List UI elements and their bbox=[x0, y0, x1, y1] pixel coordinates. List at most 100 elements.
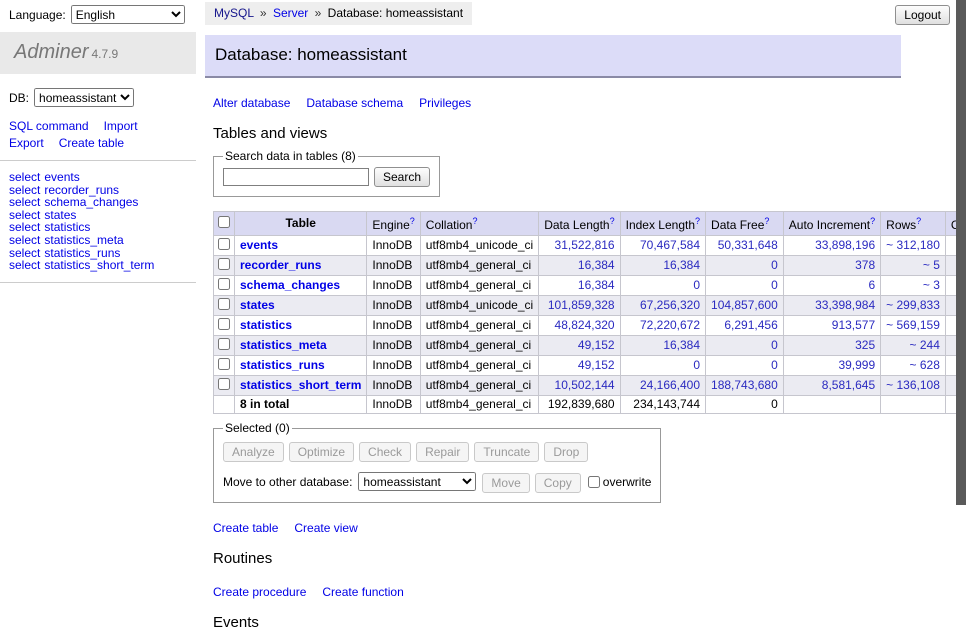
button-check[interactable]: Check bbox=[359, 442, 411, 462]
row-checkbox[interactable] bbox=[218, 278, 230, 290]
language-select[interactable]: English bbox=[71, 5, 185, 24]
cell-rows[interactable]: ~ 244 bbox=[881, 336, 946, 356]
help-link[interactable]: ? bbox=[916, 216, 921, 226]
table-name-link-statistics[interactable]: statistics bbox=[240, 318, 292, 332]
cell-auto_increment[interactable]: 33,898,196 bbox=[783, 236, 880, 256]
table-link-events[interactable]: events bbox=[44, 170, 79, 184]
row-checkbox[interactable] bbox=[218, 338, 230, 350]
cell-name: events bbox=[235, 236, 367, 256]
link-create-view[interactable]: Create view bbox=[294, 521, 357, 535]
cell-auto_increment[interactable]: 33,398,984 bbox=[783, 296, 880, 316]
link-privileges[interactable]: Privileges bbox=[419, 96, 471, 110]
cell-auto_increment[interactable]: 378 bbox=[783, 256, 880, 276]
table-name-link-states[interactable]: states bbox=[240, 298, 275, 312]
link-alter-database[interactable]: Alter database bbox=[213, 96, 290, 110]
table-name-link-schema-changes[interactable]: schema_changes bbox=[240, 278, 340, 292]
button-repair[interactable]: Repair bbox=[416, 442, 469, 462]
cell-index_length[interactable]: 24,166,400 bbox=[620, 376, 705, 396]
cell-index_length[interactable]: 72,220,672 bbox=[620, 316, 705, 336]
cell-auto_increment[interactable]: 8,581,645 bbox=[783, 376, 880, 396]
cell-index_length[interactable]: 16,384 bbox=[620, 256, 705, 276]
cell-index_length[interactable]: 67,256,320 bbox=[620, 296, 705, 316]
cell-data_free[interactable]: 104,857,600 bbox=[706, 296, 784, 316]
cell-data_free[interactable]: 0 bbox=[706, 256, 784, 276]
cell-data_free[interactable]: 50,331,648 bbox=[706, 236, 784, 256]
help-link[interactable]: ? bbox=[472, 216, 477, 226]
table-link-statistics-short-term[interactable]: statistics_short_term bbox=[44, 258, 154, 272]
cell-data_length[interactable]: 16,384 bbox=[539, 256, 620, 276]
cell-data_length[interactable]: 16,384 bbox=[539, 276, 620, 296]
link-create-procedure[interactable]: Create procedure bbox=[213, 585, 306, 599]
help-link[interactable]: ? bbox=[870, 216, 875, 226]
table-name-link-statistics-short-term[interactable]: statistics_short_term bbox=[240, 378, 361, 392]
db-select[interactable]: homeassistant bbox=[34, 88, 134, 107]
button-move[interactable]: Move bbox=[482, 473, 529, 493]
row-checkbox[interactable] bbox=[218, 318, 230, 330]
table-name-link-statistics-meta[interactable]: statistics_meta bbox=[240, 338, 327, 352]
cell-data_length[interactable]: 49,152 bbox=[539, 356, 620, 376]
cell-data_length[interactable]: 31,522,816 bbox=[539, 236, 620, 256]
button-optimize[interactable]: Optimize bbox=[289, 442, 354, 462]
cell-index_length[interactable]: 0 bbox=[620, 276, 705, 296]
cell-auto_increment[interactable]: 913,577 bbox=[783, 316, 880, 336]
cell-data_free[interactable]: 0 bbox=[706, 356, 784, 376]
help-link[interactable]: ? bbox=[410, 216, 415, 226]
breadcrumb-link-mysql[interactable]: MySQL bbox=[214, 6, 254, 20]
cell-data_length[interactable]: 48,824,320 bbox=[539, 316, 620, 336]
cell-data_free[interactable]: 0 bbox=[706, 336, 784, 356]
row-checkbox[interactable] bbox=[218, 378, 230, 390]
cell-rows[interactable]: ~ 299,833 bbox=[881, 296, 946, 316]
table-name-link-events[interactable]: events bbox=[240, 238, 278, 252]
cell-rows[interactable]: ~ 136,108 bbox=[881, 376, 946, 396]
cell-data_free[interactable]: 188,743,680 bbox=[706, 376, 784, 396]
search-input[interactable] bbox=[223, 168, 369, 186]
cell-rows[interactable]: ~ 312,180 bbox=[881, 236, 946, 256]
overwrite-checkbox[interactable] bbox=[588, 476, 600, 488]
sidebar-link-export[interactable]: Export bbox=[9, 136, 44, 150]
cell-data_free[interactable]: 6,291,456 bbox=[706, 316, 784, 336]
adminer-logo-link[interactable]: Adminer bbox=[14, 41, 88, 63]
button-drop[interactable]: Drop bbox=[544, 442, 588, 462]
move-db-select[interactable]: homeassistant bbox=[358, 472, 476, 491]
scrollbar-thumb[interactable] bbox=[956, 0, 966, 505]
row-checkbox[interactable] bbox=[218, 238, 230, 250]
cell-data_length[interactable]: 10,502,144 bbox=[539, 376, 620, 396]
cell-auto_increment[interactable]: 6 bbox=[783, 276, 880, 296]
sidebar-link-import[interactable]: Import bbox=[104, 119, 138, 133]
breadcrumb-link-server[interactable]: Server bbox=[273, 6, 308, 20]
cell-rows[interactable]: ~ 3 bbox=[881, 276, 946, 296]
sidebar-link-create-table[interactable]: Create table bbox=[59, 136, 124, 150]
logout-button[interactable]: Logout bbox=[895, 5, 950, 25]
help-link[interactable]: ? bbox=[764, 216, 769, 226]
cell-data_free[interactable]: 0 bbox=[706, 276, 784, 296]
cell-rows[interactable]: ~ 5 bbox=[881, 256, 946, 276]
cell-index_length[interactable]: 16,384 bbox=[620, 336, 705, 356]
table-link-statistics-meta[interactable]: statistics_meta bbox=[44, 233, 123, 247]
cell-rows[interactable]: ~ 628 bbox=[881, 356, 946, 376]
cell-rows[interactable]: ~ 569,159 bbox=[881, 316, 946, 336]
cell-data_length[interactable]: 101,859,328 bbox=[539, 296, 620, 316]
link-create-function[interactable]: Create function bbox=[322, 585, 403, 599]
table-name-link-statistics-runs[interactable]: statistics_runs bbox=[240, 358, 325, 372]
help-link[interactable]: ? bbox=[610, 216, 615, 226]
button-truncate[interactable]: Truncate bbox=[474, 442, 539, 462]
link-database-schema[interactable]: Database schema bbox=[306, 96, 403, 110]
row-checkbox[interactable] bbox=[218, 298, 230, 310]
cell-auto_increment[interactable]: 325 bbox=[783, 336, 880, 356]
button-copy[interactable]: Copy bbox=[535, 473, 581, 493]
link-create-table[interactable]: Create table bbox=[213, 521, 278, 535]
search-button[interactable]: Search bbox=[374, 167, 430, 187]
cell-data_length[interactable]: 49,152 bbox=[539, 336, 620, 356]
sidebar-link-sql-command[interactable]: SQL command bbox=[9, 119, 89, 133]
cell-auto_increment[interactable]: 39,999 bbox=[783, 356, 880, 376]
help-link[interactable]: ? bbox=[695, 216, 700, 226]
button-analyze[interactable]: Analyze bbox=[223, 442, 284, 462]
select-all-checkbox[interactable] bbox=[218, 216, 230, 228]
select-link-statistics-short-term[interactable]: select bbox=[9, 258, 40, 272]
row-checkbox[interactable] bbox=[218, 258, 230, 270]
table-name-link-recorder-runs[interactable]: recorder_runs bbox=[240, 258, 321, 272]
vertical-scrollbar[interactable] bbox=[956, 0, 966, 543]
cell-index_length[interactable]: 0 bbox=[620, 356, 705, 376]
cell-index_length[interactable]: 70,467,584 bbox=[620, 236, 705, 256]
row-checkbox[interactable] bbox=[218, 358, 230, 370]
